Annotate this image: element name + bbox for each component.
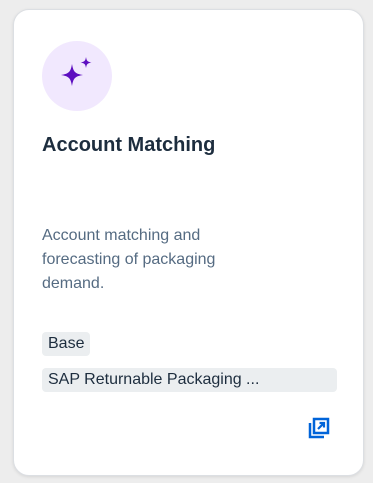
app-icon-container [42, 41, 112, 111]
app-title: Account Matching [42, 134, 216, 156]
tag-base: Base [42, 332, 91, 356]
open-in-new-window-icon [308, 417, 330, 439]
open-in-new-window-button[interactable] [306, 415, 332, 441]
tag-product: SAP Returnable Packaging ... [42, 368, 337, 392]
app-description: Account matching and forecasting of pack… [42, 227, 216, 292]
app-tile-card[interactable]: Account Matching Account matching and fo… [13, 9, 364, 476]
sparkle-icon [61, 57, 92, 86]
